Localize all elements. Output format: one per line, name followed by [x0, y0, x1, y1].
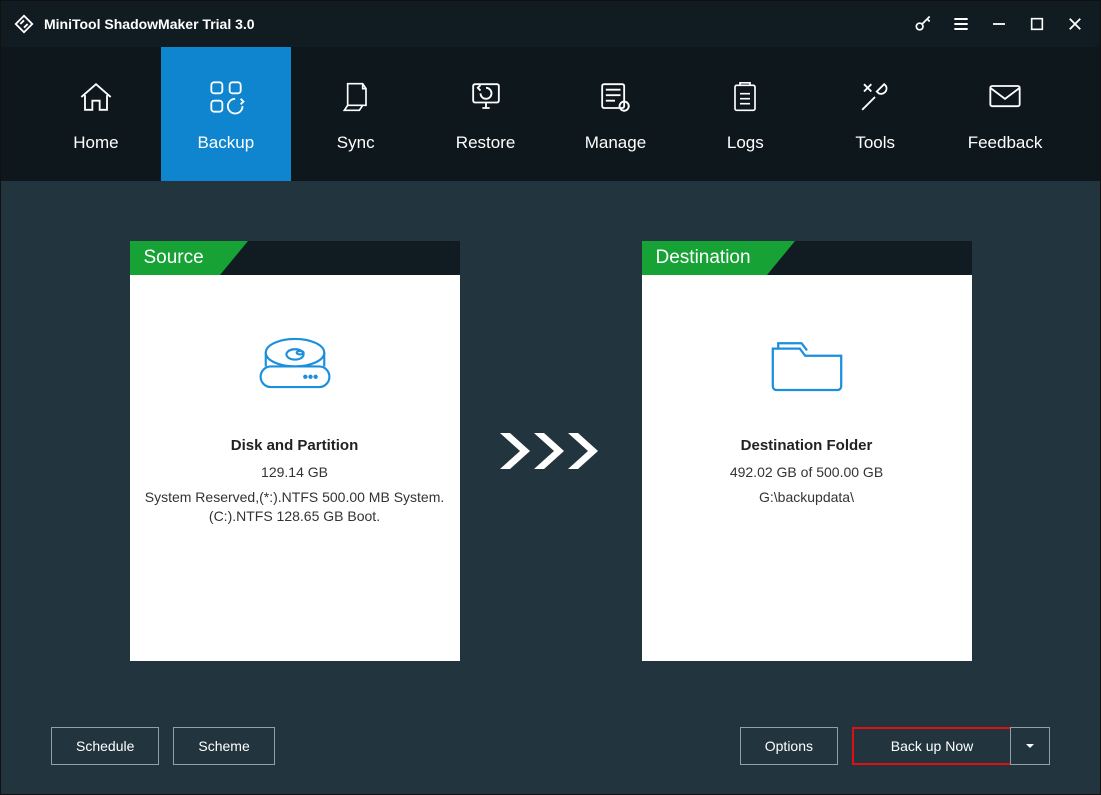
- destination-card[interactable]: Destination Destination Folder 492.02 GB…: [642, 241, 972, 661]
- source-card[interactable]: Source Disk a: [130, 241, 460, 661]
- destination-title: Destination Folder: [741, 437, 873, 454]
- tab-label: Restore: [456, 133, 516, 153]
- key-icon[interactable]: [904, 5, 942, 43]
- maximize-button[interactable]: [1018, 5, 1056, 43]
- source-detail: System Reserved,(*:).NTFS 500.00 MB Syst…: [142, 488, 448, 526]
- tab-home[interactable]: Home: [31, 47, 161, 181]
- tools-icon: [853, 75, 897, 119]
- tab-manage[interactable]: Manage: [551, 47, 681, 181]
- app-title: MiniTool ShadowMaker Trial 3.0: [44, 16, 255, 32]
- backup-button-group: Back up Now: [852, 727, 1050, 765]
- backup-dropdown-button[interactable]: [1010, 727, 1050, 765]
- cards-row: Source Disk a: [1, 181, 1100, 698]
- tab-label: Sync: [337, 133, 375, 153]
- sync-icon: [334, 75, 378, 119]
- scheme-button[interactable]: Scheme: [173, 727, 274, 765]
- destination-detail: G:\backupdata\: [759, 488, 854, 507]
- menu-icon[interactable]: [942, 5, 980, 43]
- tab-label: Feedback: [968, 133, 1043, 153]
- tab-label: Backup: [197, 133, 254, 153]
- tab-label: Manage: [585, 133, 646, 153]
- source-header: Source: [130, 241, 220, 275]
- tab-backup[interactable]: Backup: [161, 47, 291, 181]
- tab-sync[interactable]: Sync: [291, 47, 421, 181]
- folder-icon: [762, 327, 852, 399]
- content-area: Source Disk a: [1, 181, 1100, 794]
- home-icon: [74, 75, 118, 119]
- tab-label: Tools: [855, 133, 895, 153]
- source-size: 129.14 GB: [261, 464, 328, 480]
- tab-label: Logs: [727, 133, 764, 153]
- tab-label: Home: [73, 133, 118, 153]
- feedback-icon: [983, 75, 1027, 119]
- close-button[interactable]: [1056, 5, 1094, 43]
- destination-size: 492.02 GB of 500.00 GB: [730, 464, 883, 480]
- footer-bar: Schedule Scheme Options Back up Now: [1, 698, 1100, 794]
- backup-icon: [204, 75, 248, 119]
- tab-feedback[interactable]: Feedback: [940, 47, 1070, 181]
- disk-icon: [252, 327, 338, 399]
- app-window: MiniTool ShadowMaker Trial 3.0: [0, 0, 1101, 795]
- schedule-button[interactable]: Schedule: [51, 727, 159, 765]
- tab-tools[interactable]: Tools: [810, 47, 940, 181]
- minimize-button[interactable]: [980, 5, 1018, 43]
- tab-restore[interactable]: Restore: [421, 47, 551, 181]
- destination-header: Destination: [642, 241, 767, 275]
- tab-logs[interactable]: Logs: [680, 47, 810, 181]
- backup-now-button[interactable]: Back up Now: [852, 727, 1010, 765]
- logs-icon: [723, 75, 767, 119]
- manage-icon: [593, 75, 637, 119]
- destination-body: Destination Folder 492.02 GB of 500.00 G…: [642, 275, 972, 661]
- restore-icon: [464, 75, 508, 119]
- titlebar: MiniTool ShadowMaker Trial 3.0: [1, 1, 1100, 47]
- main-nav: Home Backup Sync: [1, 47, 1100, 181]
- source-title: Disk and Partition: [231, 437, 359, 454]
- source-body: Disk and Partition 129.14 GB System Rese…: [130, 275, 460, 661]
- app-logo-icon: [13, 13, 35, 35]
- transfer-arrows-icon: [496, 241, 606, 661]
- options-button[interactable]: Options: [740, 727, 838, 765]
